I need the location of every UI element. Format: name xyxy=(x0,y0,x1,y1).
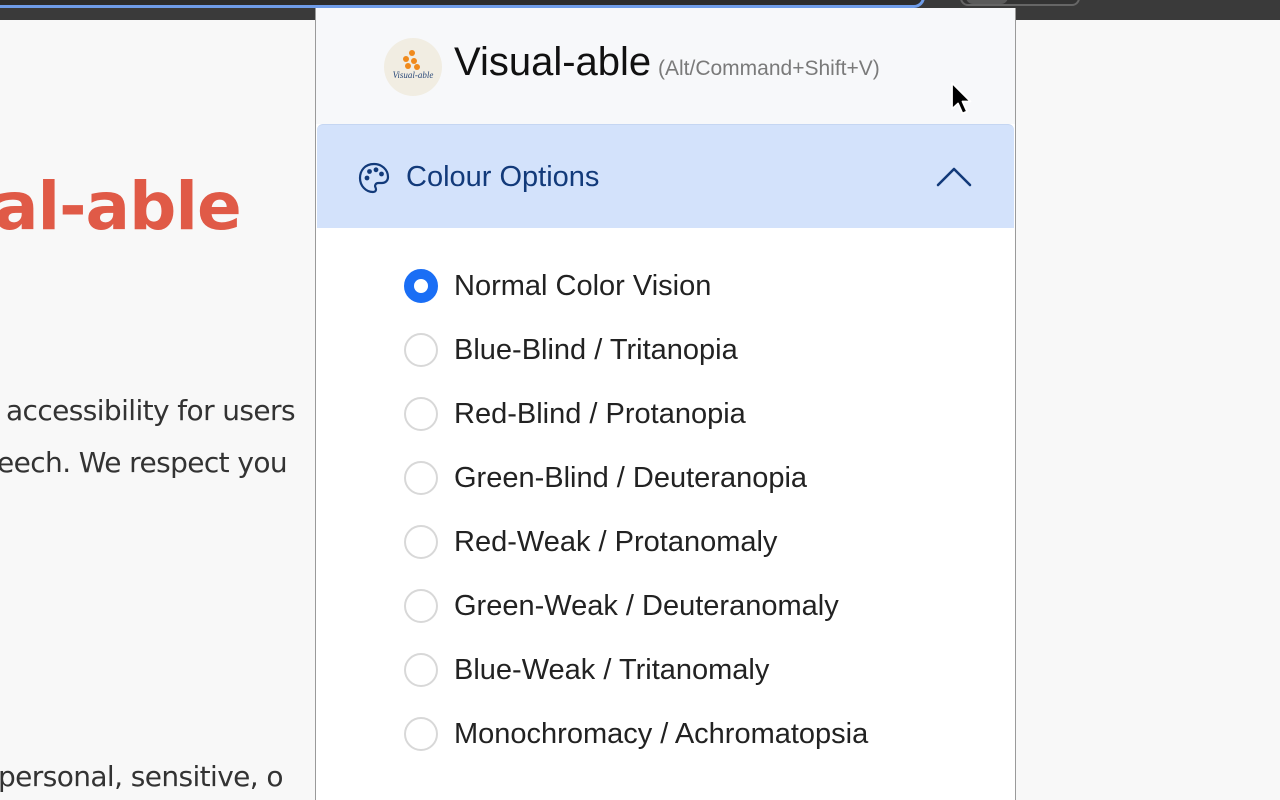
radio-button[interactable] xyxy=(404,397,438,431)
radio-button[interactable] xyxy=(404,653,438,687)
option-achromatopsia[interactable]: Monochromacy / Achromatopsia xyxy=(404,712,964,756)
option-label: Normal Color Vision xyxy=(454,270,712,302)
background-page: al-able accessibility for users eech. We… xyxy=(0,20,316,800)
option-protanopia[interactable]: Red-Blind / Protanopia xyxy=(404,392,964,436)
colour-options-header[interactable]: Colour Options xyxy=(317,124,1014,228)
mouse-cursor-icon xyxy=(951,82,972,115)
option-label: Blue-Weak / Tritanomaly xyxy=(454,654,770,686)
app-logo: Visual-able xyxy=(384,38,442,96)
option-tritanomaly[interactable]: Blue-Weak / Tritanomaly xyxy=(404,648,964,692)
palette-icon xyxy=(358,162,390,194)
radio-button[interactable] xyxy=(404,525,438,559)
option-label: Green-Blind / Deuteranopia xyxy=(454,462,808,494)
logo-dot xyxy=(405,63,411,69)
option-deuteranomaly[interactable]: Green-Weak / Deuteranomaly xyxy=(404,584,964,628)
keyboard-shortcut: (Alt/Command+Shift+V) xyxy=(658,57,880,80)
address-bar[interactable] xyxy=(0,0,925,8)
option-label: Monochromacy / Achromatopsia xyxy=(454,718,869,750)
option-tritanopia[interactable]: Blue-Blind / Tritanopia xyxy=(404,328,964,372)
toggle-knob xyxy=(966,0,1008,4)
background-page-right xyxy=(1015,20,1280,800)
radio-button[interactable] xyxy=(404,461,438,495)
extension-popup: Visual-able Visual-able (Alt/Command+Shi… xyxy=(315,8,1016,800)
option-label: Green-Weak / Deuteranomaly xyxy=(454,590,839,622)
app-title: Visual-able xyxy=(454,40,652,84)
background-text-line: eech. We respect you xyxy=(0,446,288,479)
option-deuteranopia[interactable]: Green-Blind / Deuteranopia xyxy=(404,456,964,500)
background-text-line: personal, sensitive, o xyxy=(0,760,284,793)
radio-button[interactable] xyxy=(404,269,438,303)
background-heading: al-able xyxy=(0,168,242,245)
chevron-up-icon[interactable] xyxy=(935,163,973,191)
logo-dot xyxy=(403,56,409,62)
radio-button[interactable] xyxy=(404,589,438,623)
section-title: Colour Options xyxy=(406,161,600,193)
logo-text: Visual-able xyxy=(392,70,434,80)
option-label: Red-Weak / Protanomaly xyxy=(454,526,778,558)
background-text-line: accessibility for users xyxy=(6,394,296,427)
option-label: Red-Blind / Protanopia xyxy=(454,398,746,430)
toolbar-toggle[interactable] xyxy=(960,0,1080,6)
option-protanomaly[interactable]: Red-Weak / Protanomaly xyxy=(404,520,964,564)
radio-button[interactable] xyxy=(404,333,438,367)
option-label: Blue-Blind / Tritanopia xyxy=(454,334,738,366)
logo-dot xyxy=(409,50,415,56)
option-normal-color-vision[interactable]: Normal Color Vision xyxy=(404,264,964,308)
popup-header: Visual-able Visual-able (Alt/Command+Shi… xyxy=(316,8,1015,124)
radio-button[interactable] xyxy=(404,717,438,751)
